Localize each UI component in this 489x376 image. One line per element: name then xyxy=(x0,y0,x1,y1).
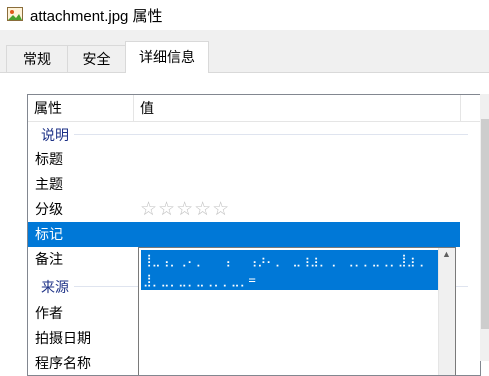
comments-textarea[interactable]: ⢸⣀⢠⡀⢀⠄⡀⠀⠀⢠⠀⠀⢠⡰⠄⡀⠀⣀⢰⣰⡀⢀⠀⢀⡀⡀⣀⢀⡀⣸⣰⢀⠀⣸⡀⣀⡀⣀⡀⣀… xyxy=(138,247,456,375)
group-description: 说明 xyxy=(28,123,468,145)
group-label: 说明 xyxy=(41,127,69,143)
group-divider xyxy=(74,134,468,135)
scroll-up-icon[interactable]: ▲ xyxy=(442,249,451,259)
list-scrollbar[interactable] xyxy=(480,94,489,361)
property-name: 拍摄日期 xyxy=(35,330,91,346)
list-header: 属性 值 xyxy=(28,95,480,122)
property-name: 主题 xyxy=(35,176,63,192)
list-item[interactable]: 标题 xyxy=(28,147,460,172)
details-panel: 属性 值 说明 标题 主题 分级 ☆☆☆☆☆ 标记 备注 来源 作者 拍摄日期 … xyxy=(0,72,489,376)
property-name: 标记 xyxy=(35,226,63,242)
property-name: 程序名称 xyxy=(35,355,91,371)
image-file-icon xyxy=(7,7,23,21)
editor-scrollbar[interactable]: ▲ ▼ xyxy=(438,248,455,375)
title-bar: attachment.jpg 属性 xyxy=(0,0,489,30)
tab-security[interactable]: 安全 xyxy=(67,45,126,72)
scrollbar-thumb[interactable] xyxy=(481,119,489,329)
list-item-selected[interactable]: 标记 xyxy=(28,222,460,247)
list-item[interactable]: 主题 xyxy=(28,172,460,197)
property-name: 备注 xyxy=(35,251,63,267)
property-name: 分级 xyxy=(35,201,63,217)
tab-details[interactable]: 详细信息 xyxy=(125,41,209,73)
window-title: attachment.jpg 属性 xyxy=(30,8,163,25)
column-header-property[interactable]: 属性 xyxy=(28,95,133,121)
property-list[interactable]: 属性 值 说明 标题 主题 分级 ☆☆☆☆☆ 标记 备注 来源 作者 拍摄日期 … xyxy=(27,94,481,376)
column-divider[interactable] xyxy=(460,95,461,121)
rating-stars[interactable]: ☆☆☆☆☆ xyxy=(140,197,230,222)
selected-text[interactable]: ⢸⣀⢠⡀⢀⠄⡀⠀⠀⢠⠀⠀⢠⡰⠄⡀⠀⣀⢰⣰⡀⢀⠀⢀⡀⡀⣀⢀⡀⣸⣰⢀⠀⣸⡀⣀⡀⣀⡀⣀… xyxy=(141,250,439,290)
column-header-value[interactable]: 值 xyxy=(134,95,454,121)
property-name: 标题 xyxy=(35,151,63,167)
tab-strip: 常规 安全 详细信息 xyxy=(0,30,489,73)
property-name: 作者 xyxy=(35,305,63,321)
group-label: 来源 xyxy=(41,279,69,295)
tab-general[interactable]: 常规 xyxy=(6,45,68,72)
list-item[interactable]: 分级 ☆☆☆☆☆ xyxy=(28,197,460,222)
